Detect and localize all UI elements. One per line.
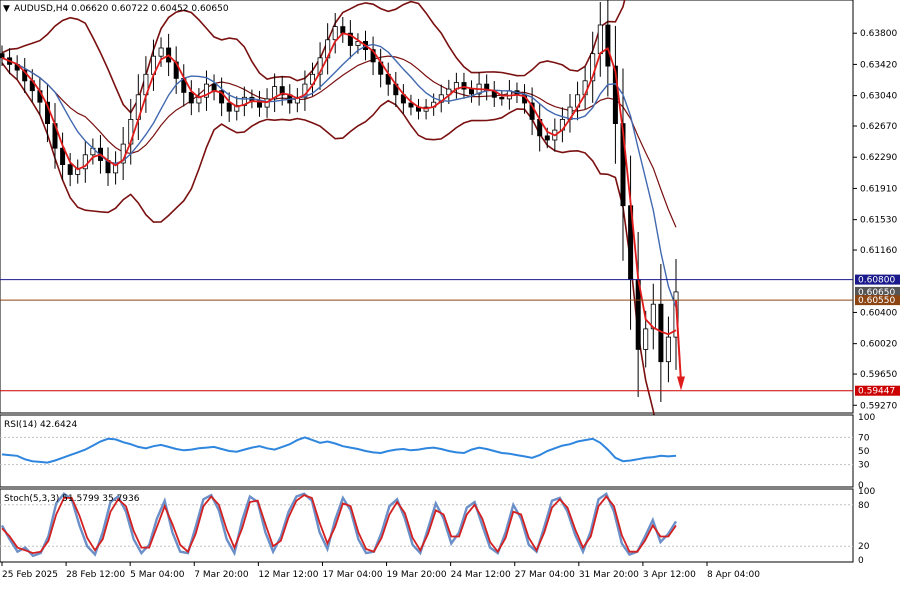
stochastic-title: Stoch(5,3,3) 51.5799 35.7936 bbox=[4, 494, 140, 504]
time-tick-label: 31 Mar 20:00 bbox=[579, 570, 639, 580]
rsi-title: RSI(14) 42.6424 bbox=[4, 420, 77, 430]
time-tick-label: 7 Mar 20:00 bbox=[194, 570, 249, 580]
time-tick-label: 17 Mar 04:00 bbox=[322, 570, 382, 580]
candle-body bbox=[158, 47, 164, 57]
time-tick-label: 19 Mar 20:00 bbox=[387, 570, 447, 580]
time-tick-label: 27 Mar 04:00 bbox=[515, 570, 575, 580]
price-level-label: 0.60550 bbox=[858, 296, 895, 306]
candle-body bbox=[340, 26, 346, 34]
symbol-info: AUDUSD,H4 0.06620 0.60722 0.60452 0.6065… bbox=[14, 4, 229, 14]
stochastic-tick-label: 0 bbox=[858, 556, 864, 566]
price-tick-label: 0.59650 bbox=[860, 370, 897, 380]
rsi-tick-label: 100 bbox=[858, 413, 875, 423]
candle-body bbox=[597, 24, 603, 55]
stochastic-tick-label: 20 bbox=[858, 542, 870, 552]
price-tick-label: 0.61160 bbox=[860, 246, 897, 256]
price-tick-label: 0.62290 bbox=[860, 153, 897, 163]
price-level-label: 0.59447 bbox=[858, 387, 895, 397]
candle-body bbox=[226, 102, 232, 112]
price-tick-label: 0.63040 bbox=[860, 92, 897, 102]
candle-body bbox=[499, 96, 505, 100]
time-tick-label: 8 Apr 04:00 bbox=[707, 570, 760, 580]
time-tick-label: 24 Mar 12:00 bbox=[451, 570, 511, 580]
chart-canvas[interactable]: 0.608000.606500.605500.59447 0.638000.63… bbox=[0, 0, 900, 586]
rsi-tick-label: 30 bbox=[858, 461, 870, 471]
price-level-label: 0.60800 bbox=[858, 276, 895, 286]
candle-body bbox=[544, 135, 550, 141]
rsi-tick-label: 70 bbox=[858, 433, 870, 443]
time-tick-label: 3 Apr 12:00 bbox=[643, 570, 696, 580]
time-tick-label: 25 Feb 2025 bbox=[2, 570, 58, 580]
rsi-pane[interactable]: 1007050300 RSI(14) 42.6424 bbox=[0, 413, 875, 491]
candle-body bbox=[188, 91, 194, 104]
time-tick-label: 5 Mar 04:00 bbox=[130, 570, 185, 580]
price-tick-label: 0.60020 bbox=[860, 340, 897, 350]
stochastic-pane[interactable]: 100 80 20 0 Stoch(5,3,3) 51.5799 35.7936 bbox=[0, 487, 875, 566]
rsi-tick-label: 50 bbox=[858, 447, 870, 457]
rsi-pane-frame bbox=[0, 414, 854, 488]
price-pane-frame bbox=[0, 0, 854, 414]
time-tick-label: 28 Feb 12:00 bbox=[66, 570, 125, 580]
candle-body bbox=[468, 88, 474, 95]
price-tick-label: 0.62670 bbox=[860, 122, 897, 132]
price-tick-label: 0.63420 bbox=[860, 60, 897, 70]
candle-body bbox=[643, 328, 649, 350]
candle-body bbox=[332, 26, 338, 41]
candle-body bbox=[665, 336, 671, 363]
candle-body bbox=[605, 24, 611, 67]
price-tick-label: 0.59270 bbox=[860, 401, 897, 411]
price-tick-label: 0.60400 bbox=[860, 308, 897, 318]
candle-body bbox=[0, 53, 5, 59]
price-tick-label: 0.63800 bbox=[860, 29, 897, 39]
collapse-caret-icon[interactable]: ▼ bbox=[3, 4, 10, 14]
price-tick-label: 0.61910 bbox=[860, 184, 897, 194]
trading-terminal-chart: 0.60800 0.60650 0.60550 0.59447 0.63800 0.63… bbox=[0, 0, 900, 586]
stochastic-tick-label: 80 bbox=[858, 501, 870, 511]
time-tick-label: 12 Mar 12:00 bbox=[258, 570, 318, 580]
price-tick-label: 0.61530 bbox=[860, 216, 897, 226]
candle-body bbox=[211, 83, 217, 92]
stochastic-tick-label: 100 bbox=[858, 487, 875, 497]
candle-body bbox=[67, 164, 73, 175]
